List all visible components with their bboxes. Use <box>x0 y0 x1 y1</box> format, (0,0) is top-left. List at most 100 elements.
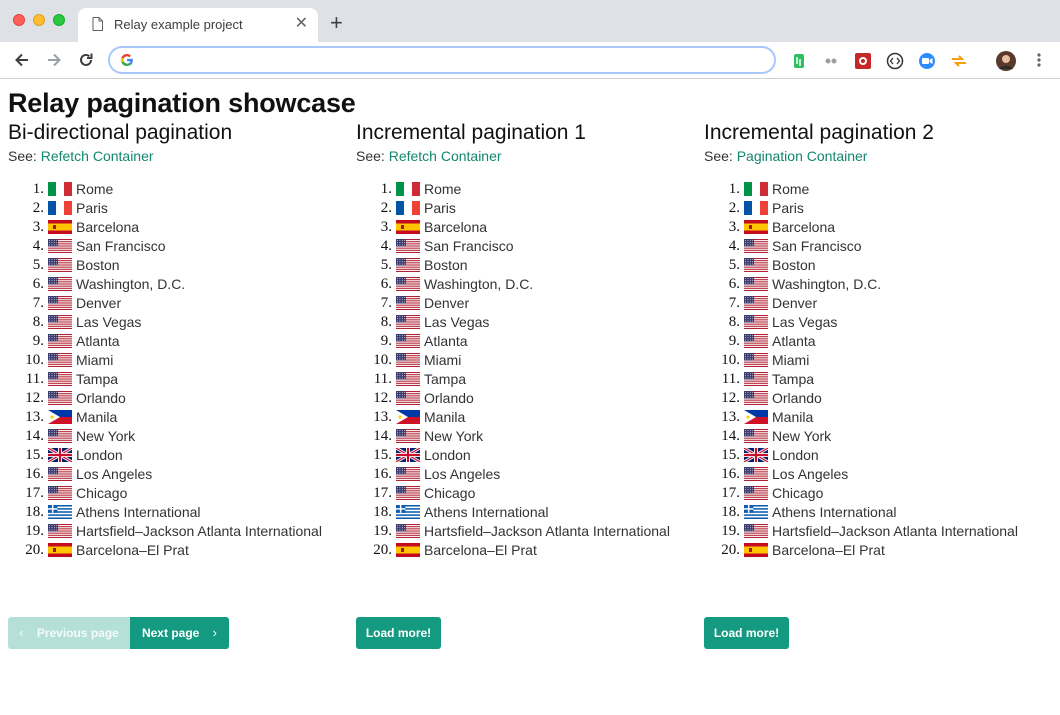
list-item: 14. New York <box>8 427 348 446</box>
list-number: 16. <box>721 466 740 482</box>
city-name: Barcelona <box>76 219 140 235</box>
list-number: 7. <box>32 295 44 311</box>
extension-zoom-icon[interactable] <box>918 52 936 70</box>
city-name: New York <box>76 428 136 444</box>
new-tab-button[interactable]: + <box>330 12 343 34</box>
flag-us-icon <box>744 486 768 500</box>
profile-avatar[interactable] <box>996 51 1016 71</box>
list-number: 10. <box>721 352 740 368</box>
window-zoom-button[interactable] <box>53 14 65 26</box>
list-item: 5. Boston <box>356 256 696 275</box>
flag-us-icon <box>48 334 72 348</box>
city-list: 1. Rome 2. Paris 3. Barcelona 4. San Francisco 5… <box>8 180 348 560</box>
list-item: 14. New York <box>704 427 1044 446</box>
list-number: 6. <box>380 276 392 292</box>
city-name: Hartsfield–Jackson Atlanta International <box>424 523 670 539</box>
see-label: See: <box>356 148 389 164</box>
browser-tab-strip: Relay example project ✕ + <box>0 0 1060 42</box>
extension-evernote-icon[interactable] <box>790 52 808 70</box>
list-item: 3. Barcelona <box>8 218 348 237</box>
city-name: Tampa <box>424 371 467 387</box>
flag-us-icon <box>48 372 72 386</box>
extension-orange-icon[interactable] <box>950 52 968 70</box>
list-item: 4. San Francisco <box>8 237 348 256</box>
reload-icon[interactable] <box>76 50 96 70</box>
list-number: 3. <box>32 219 44 235</box>
list-item: 10. Miami <box>356 351 696 370</box>
list-item: 20. Barcelona–El Prat <box>356 541 696 560</box>
flag-gr-icon <box>744 505 768 519</box>
browser-tab[interactable]: Relay example project ✕ <box>78 8 318 42</box>
list-number: 14. <box>25 428 44 444</box>
list-number: 5. <box>32 257 44 273</box>
flag-us-icon <box>396 372 420 386</box>
list-item: 3. Barcelona <box>704 218 1044 237</box>
city-name: Chicago <box>76 485 128 501</box>
tab-close-icon[interactable]: ✕ <box>295 15 308 33</box>
page-title: Relay pagination showcase <box>8 88 356 118</box>
browser-toolbar <box>0 42 1060 79</box>
extension-dots-icon[interactable] <box>822 52 840 70</box>
doc-link[interactable]: Refetch Container <box>389 148 502 164</box>
flag-us-icon <box>396 467 420 481</box>
flag-us-icon <box>48 524 72 538</box>
load-more-button[interactable]: Load more! <box>356 617 441 649</box>
flag-us-icon <box>396 277 420 291</box>
forward-arrow-icon[interactable] <box>44 50 64 70</box>
window-minimize-button[interactable] <box>33 14 45 26</box>
flag-es-icon <box>744 543 768 557</box>
list-number: 3. <box>728 219 740 235</box>
city-name: Los Angeles <box>424 466 501 482</box>
load-more-button[interactable]: Load more! <box>704 617 789 649</box>
list-item: 17. Chicago <box>8 484 348 503</box>
city-name: Miami <box>76 352 114 368</box>
list-item: 3. Barcelona <box>356 218 696 237</box>
google-icon <box>120 53 133 67</box>
flag-fr-icon <box>744 201 768 215</box>
extension-code-icon[interactable] <box>886 52 904 70</box>
list-item: 7. Denver <box>356 294 696 313</box>
flag-gr-icon <box>48 505 72 519</box>
city-name: Barcelona <box>424 219 488 235</box>
list-number: 16. <box>373 466 392 482</box>
doc-link[interactable]: Refetch Container <box>41 148 154 164</box>
flag-us-icon <box>48 296 72 310</box>
doc-link[interactable]: Pagination Container <box>737 148 868 164</box>
list-item: 12. Orlando <box>356 389 696 408</box>
city-name: Los Angeles <box>76 466 153 482</box>
list-number: 20. <box>721 542 740 558</box>
list-item: 11. Tampa <box>8 370 348 389</box>
list-item: 19. Hartsfield–Jackson Atlanta Internatio… <box>8 522 348 541</box>
flag-us-icon <box>48 258 72 272</box>
next-page-button[interactable]: Next page › <box>130 617 229 649</box>
list-item: 7. Denver <box>8 294 348 313</box>
list-item: 12. Orlando <box>8 389 348 408</box>
list-number: 14. <box>721 428 740 444</box>
extension-red-icon[interactable] <box>854 52 872 70</box>
city-name: Boston <box>772 257 816 273</box>
list-number: 19. <box>373 523 392 539</box>
city-name: San Francisco <box>772 238 862 254</box>
flag-es-icon <box>396 543 420 557</box>
list-number: 9. <box>380 333 392 349</box>
list-number: 11. <box>721 371 740 387</box>
flag-us-icon <box>396 524 420 538</box>
city-name: London <box>76 447 123 463</box>
address-bar[interactable] <box>108 46 776 74</box>
city-name: Athens International <box>76 504 201 520</box>
browser-menu-icon[interactable] <box>1032 50 1046 70</box>
list-number: 4. <box>380 238 392 254</box>
list-item: 16. Los Angeles <box>356 465 696 484</box>
column-incremental-2: Incremental pagination 2 See: Pagination… <box>704 120 1044 649</box>
list-number: 15. <box>25 447 44 463</box>
window-close-button[interactable] <box>13 14 25 26</box>
list-item: 18. Athens International <box>8 503 348 522</box>
flag-us-icon <box>744 334 768 348</box>
city-name: Hartsfield–Jackson Atlanta International <box>772 523 1018 539</box>
list-number: 1. <box>32 181 44 197</box>
back-arrow-icon[interactable] <box>12 50 32 70</box>
previous-page-button[interactable]: ‹ Previous page <box>8 617 130 649</box>
list-number: 1. <box>728 181 740 197</box>
city-name: Tampa <box>76 371 119 387</box>
city-name: Rome <box>424 181 462 197</box>
